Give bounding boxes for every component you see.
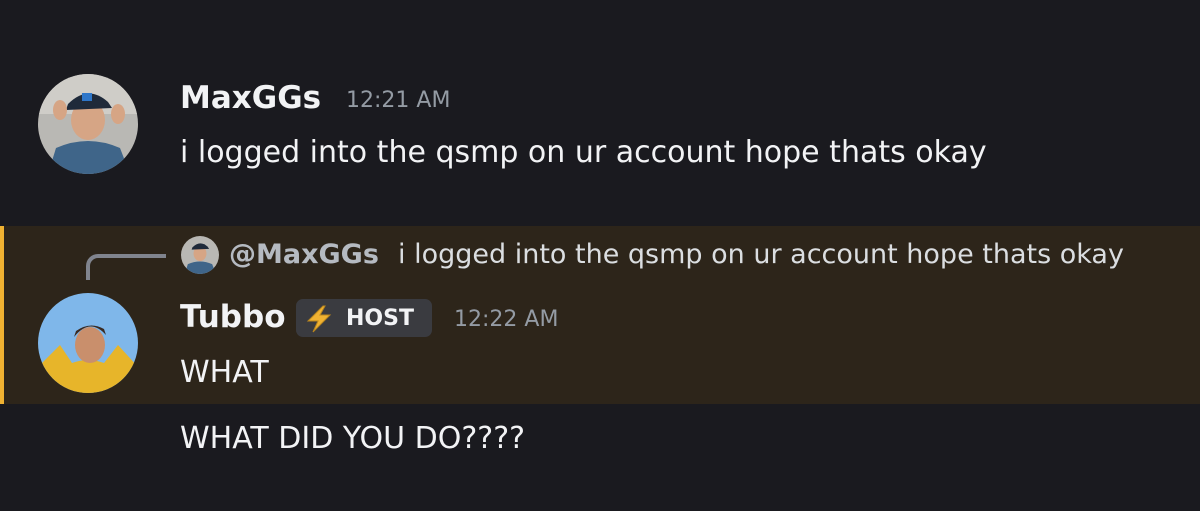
message-content-line: WHAT DID YOU DO???? [180,421,526,456]
message-author[interactable]: MaxGGs [180,83,321,114]
message-timestamp: 12:22 AM [454,307,559,332]
avatar-maxggs[interactable] [38,74,138,174]
lightning-bolt-icon [306,305,332,333]
tag-label: HOST [346,306,414,331]
reply-preview-text[interactable]: i logged into the qsmp on ur account hop… [398,241,1124,268]
message-content-line: WHAT [180,355,269,390]
reply-connector [86,254,166,280]
avatar-tubbo[interactable] [38,293,138,393]
message-timestamp: 12:21 AM [346,88,451,113]
reply-mention[interactable]: @MaxGGs [229,241,379,268]
message-content: i logged into the qsmp on ur account hop… [180,135,987,170]
reply-avatar-maxggs [181,236,219,274]
message-author[interactable]: Tubbo [180,302,286,333]
host-tag[interactable]: HOST [296,299,432,337]
